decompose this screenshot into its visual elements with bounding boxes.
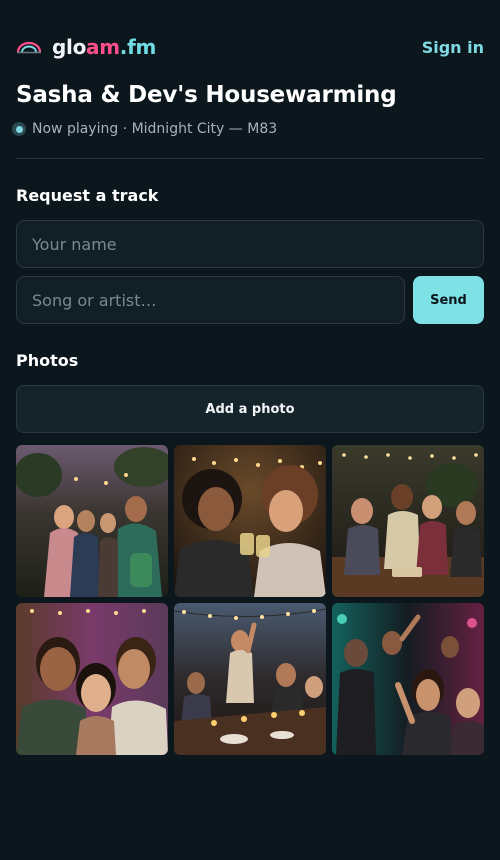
name-input[interactable] — [16, 220, 484, 268]
photo-three-friends-selfie — [16, 603, 168, 755]
photos-heading: Photos — [16, 351, 79, 370]
top-bar: gloam.fm Sign in — [16, 30, 484, 64]
brand-wordmark: gloam.fm — [52, 35, 157, 59]
photo-dinner-table-dancing — [174, 603, 326, 755]
photo-tile[interactable] — [174, 603, 326, 755]
add-photo-button[interactable]: Add a photo — [16, 385, 484, 433]
request-track-heading: Request a track — [16, 186, 159, 205]
now-playing-indicator-icon — [12, 122, 26, 136]
photo-tile[interactable] — [174, 445, 326, 597]
photo-dance-floor-crowd — [332, 603, 484, 755]
divider — [16, 158, 484, 159]
now-playing-text: Now playing · Midnight City — M83 — [32, 121, 278, 137]
now-playing-status: Now playing · Midnight City — M83 — [12, 121, 277, 137]
photo-tile[interactable] — [332, 603, 484, 755]
photo-friends-on-sofa-laughing — [332, 445, 484, 597]
photo-grid — [16, 445, 484, 755]
sign-in-link[interactable]: Sign in — [422, 38, 484, 57]
photo-tile[interactable] — [16, 445, 168, 597]
song-input[interactable] — [16, 276, 405, 324]
send-button[interactable]: Send — [413, 276, 484, 324]
photo-two-friends-toasting — [174, 445, 326, 597]
arch-sun-logo-icon — [16, 41, 42, 54]
photo-tile[interactable] — [332, 445, 484, 597]
photo-backyard-group-hug — [16, 445, 168, 597]
page-title: Sasha & Dev's Housewarming — [16, 82, 397, 108]
brand-logo[interactable]: gloam.fm — [16, 35, 156, 59]
photo-tile[interactable] — [16, 603, 168, 755]
